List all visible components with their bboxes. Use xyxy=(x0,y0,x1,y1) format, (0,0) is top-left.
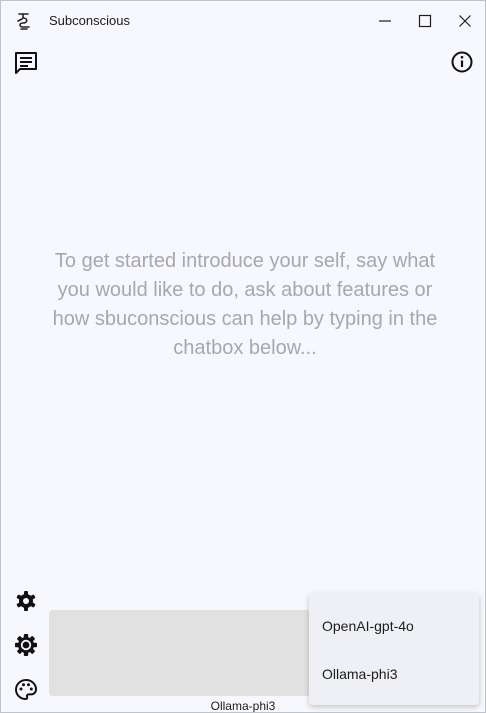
settings-gear-icon[interactable] xyxy=(14,589,38,613)
intro-message: To get started introduce your self, say … xyxy=(52,250,438,359)
minimize-icon[interactable] xyxy=(373,9,397,33)
app-window: Subconscious To get started introduce yo… xyxy=(0,0,486,713)
palette-icon[interactable] xyxy=(14,678,38,702)
menu-item-openai-gpt-4o[interactable]: OpenAI-gpt-4o xyxy=(309,606,479,646)
info-icon[interactable] xyxy=(450,50,474,74)
app-logo-icon xyxy=(15,11,35,31)
title-bar[interactable]: Subconscious xyxy=(1,1,485,41)
model-dropdown-menu: OpenAI-gpt-4o Ollama-phi3 xyxy=(309,593,479,705)
chat-input[interactable] xyxy=(49,610,311,696)
close-icon[interactable] xyxy=(453,9,477,33)
brightness-gear-icon[interactable] xyxy=(14,633,38,657)
menu-item-ollama-phi3[interactable]: Ollama-phi3 xyxy=(309,654,479,694)
window-title: Subconscious xyxy=(49,13,130,28)
chat-icon[interactable] xyxy=(14,51,38,75)
maximize-icon[interactable] xyxy=(413,9,437,33)
selected-model-label[interactable]: Ollama-phi3 xyxy=(191,699,295,712)
